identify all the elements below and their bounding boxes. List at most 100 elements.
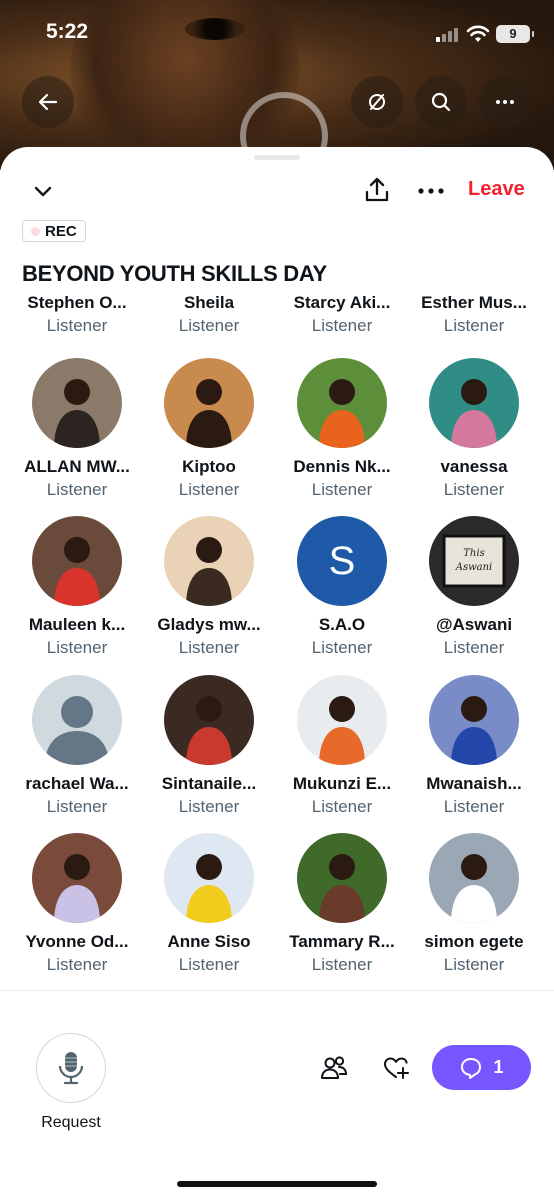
participant-card[interactable]: Kiptoo Listener xyxy=(143,358,275,501)
participant-avatar[interactable] xyxy=(32,833,122,923)
participant-role: Listener xyxy=(443,638,505,657)
more-button[interactable] xyxy=(479,76,531,128)
sheet-grabber[interactable] xyxy=(254,155,300,160)
participant-card[interactable]: Mauleen k... Listener xyxy=(11,516,143,659)
participant-name: vanessa xyxy=(440,457,508,476)
recording-badge: REC xyxy=(22,220,86,242)
sheet-toolbar: Leave xyxy=(0,172,554,212)
participant-name: rachael Wa... xyxy=(25,774,129,793)
chevron-down-icon xyxy=(34,186,52,197)
share-icon xyxy=(365,177,389,202)
participant-card[interactable]: This Aswani @Aswani Listener xyxy=(408,516,540,659)
participant-role: Listener xyxy=(311,480,373,499)
participant-role: Listener xyxy=(178,797,240,816)
participant-role: Listener xyxy=(178,638,240,657)
participant-avatar[interactable] xyxy=(32,358,122,448)
participant-avatar[interactable] xyxy=(164,675,254,765)
participant-avatar[interactable] xyxy=(32,516,122,606)
participant-card[interactable]: Mukunzi E... Listener xyxy=(276,675,408,818)
collapse-button[interactable] xyxy=(28,176,58,206)
home-indicator[interactable] xyxy=(177,1181,377,1187)
participant-name: ALLAN MW... xyxy=(24,457,130,476)
signal-icon xyxy=(436,28,460,42)
participant-card[interactable]: Sheila Listener xyxy=(143,292,275,337)
status-time: 5:22 xyxy=(46,20,89,43)
people-icon xyxy=(321,1056,348,1079)
participant-card[interactable]: Stephen O... Listener xyxy=(11,292,143,337)
participant-name: Mukunzi E... xyxy=(292,774,392,793)
participant-avatar[interactable]: This Aswani xyxy=(429,516,519,606)
participant-name: Kiptoo xyxy=(182,457,236,476)
participant-role: Listener xyxy=(311,638,373,657)
participant-name: Starcy Aki... xyxy=(293,293,391,312)
participant-card[interactable]: Tammary R... Listener xyxy=(276,833,408,976)
participant-name: Esther Mus... xyxy=(421,293,527,312)
participant-name: Mwanaish... xyxy=(426,774,522,793)
participant-avatar[interactable]: S xyxy=(297,516,387,606)
comment-count: 1 xyxy=(493,1057,504,1077)
participant-role: Listener xyxy=(178,316,240,335)
participant-role: Listener xyxy=(311,316,373,335)
participant-name: S.A.O xyxy=(318,615,366,634)
battery-indicator: 9 xyxy=(496,25,534,43)
chat-bubble-icon xyxy=(461,1057,482,1079)
participant-role: Listener xyxy=(46,638,108,657)
svg-text:S: S xyxy=(329,539,356,583)
participant-role: Listener xyxy=(443,955,505,974)
participant-avatar[interactable] xyxy=(164,833,254,923)
participant-avatar[interactable] xyxy=(297,358,387,448)
participant-card[interactable]: S S.A.O Listener xyxy=(276,516,408,659)
status-bar: 5:22 9 xyxy=(0,18,554,50)
participant-role: Listener xyxy=(178,480,240,499)
search-icon xyxy=(431,92,451,112)
participant-avatar[interactable] xyxy=(429,675,519,765)
more-icon xyxy=(496,100,514,104)
participant-card[interactable]: Mwanaish... Listener xyxy=(408,675,540,818)
participant-avatar[interactable] xyxy=(32,675,122,765)
request-label: Request xyxy=(41,1114,101,1131)
participant-avatar[interactable] xyxy=(429,358,519,448)
participant-avatar[interactable] xyxy=(164,516,254,606)
comments-button[interactable]: 1 xyxy=(432,1045,531,1090)
ellipsis-icon xyxy=(418,188,444,194)
sync-off-button[interactable] xyxy=(351,76,403,128)
participant-card[interactable]: Sintanaile... Listener xyxy=(143,675,275,818)
participant-role: Listener xyxy=(46,797,108,816)
participant-avatar[interactable] xyxy=(297,833,387,923)
recording-label: REC xyxy=(45,222,77,240)
share-button[interactable] xyxy=(362,174,392,206)
space-options-button[interactable] xyxy=(414,176,448,206)
participants-button[interactable] xyxy=(318,1052,350,1084)
back-arrow-icon xyxy=(38,93,58,111)
request-to-speak-button[interactable] xyxy=(36,1033,106,1103)
participant-card[interactable]: rachael Wa... Listener xyxy=(11,675,143,818)
participant-avatar[interactable] xyxy=(164,358,254,448)
react-button[interactable] xyxy=(380,1052,412,1084)
participant-name: Anne Siso xyxy=(167,932,251,951)
participant-avatar[interactable] xyxy=(429,833,519,923)
participant-name: Sintanaile... xyxy=(161,774,257,793)
participant-role: Listener xyxy=(46,480,108,499)
svg-text:This: This xyxy=(463,548,484,559)
leave-button[interactable]: Leave xyxy=(468,178,525,201)
participant-role: Listener xyxy=(46,955,108,974)
participant-card[interactable]: Starcy Aki... Listener xyxy=(276,292,408,337)
svg-text:Aswani: Aswani xyxy=(455,562,493,573)
participant-card[interactable]: Anne Siso Listener xyxy=(143,833,275,976)
participant-card[interactable]: ALLAN MW... Listener xyxy=(11,358,143,501)
participant-role: Listener xyxy=(311,955,373,974)
participant-card[interactable]: Yvonne Od... Listener xyxy=(11,833,143,976)
participant-card[interactable]: simon egete Listener xyxy=(408,833,540,976)
participant-card[interactable]: Dennis Nk... Listener xyxy=(276,358,408,501)
participant-role: Listener xyxy=(46,316,108,335)
participant-card[interactable]: Esther Mus... Listener xyxy=(408,292,540,337)
participant-role: Listener xyxy=(443,316,505,335)
participant-avatar[interactable] xyxy=(297,675,387,765)
search-button[interactable] xyxy=(415,76,467,128)
participant-card[interactable]: Gladys mw... Listener xyxy=(143,516,275,659)
space-sheet: Leave REC BEYOND YOUTH SKILLS DAY Stephe… xyxy=(0,147,554,1200)
participant-card[interactable]: vanessa Listener xyxy=(408,358,540,501)
back-button[interactable] xyxy=(22,76,74,128)
participant-name: Gladys mw... xyxy=(157,615,261,634)
participant-name: @Aswani xyxy=(435,615,513,634)
